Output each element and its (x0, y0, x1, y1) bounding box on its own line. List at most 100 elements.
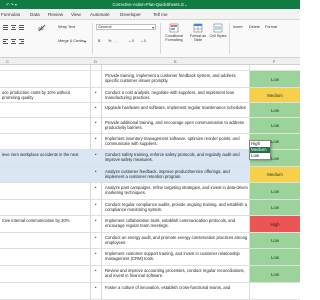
corrective-action-cell[interactable]: Review and improve accounting processes,… (105, 268, 250, 278)
align-text-icons[interactable] (3, 38, 25, 46)
spreadsheet-grid[interactable]: Provide training, implement a customer f… (0, 65, 300, 300)
column-header-c[interactable]: C (6, 59, 9, 64)
priority-cell[interactable]: Low (250, 183, 300, 199)
corrective-action-cell[interactable]: Conduct safety training, enforce safety … (105, 152, 250, 162)
format-cells-button[interactable]: Format (265, 25, 277, 29)
wrap-text-button[interactable]: Wrap Text (58, 25, 75, 29)
table-row[interactable]: • Foster a culture of innovation, establi… (0, 283, 300, 300)
orientation-icon[interactable]: ab (38, 24, 46, 32)
bullet-cell[interactable]: • (95, 105, 97, 110)
bullet-cell[interactable]: • (95, 136, 97, 141)
priority-cell[interactable]: Medium (250, 88, 300, 102)
priority-dropdown[interactable]: High Medium Low (249, 140, 271, 160)
table-row[interactable]: • Analyze customer feedback, improve prod… (0, 167, 300, 183)
bullet-cell[interactable]: • (95, 120, 97, 125)
priority-cell[interactable]: High (250, 216, 300, 232)
corrective-action-cell[interactable]: Provide additional training, and encoura… (105, 120, 250, 130)
bullet-cell[interactable]: • (95, 169, 97, 174)
bullet-cell[interactable]: • (95, 152, 97, 157)
tab-tell-me[interactable]: Tell me (153, 12, 168, 17)
corrective-action-cell[interactable]: Analyze customer feedback, improve produ… (105, 169, 250, 179)
bullet-cell[interactable]: • (95, 185, 97, 190)
cell-styles-label: Cell Styles (209, 34, 227, 38)
ribbon: ab Wrap Text Merge & Center ▾ General ▾ … (0, 20, 300, 58)
comma-style-button[interactable]: , (116, 39, 117, 43)
priority-cell[interactable]: Low (250, 266, 300, 282)
corrective-action-cell[interactable]: Provide training, implement a customer f… (105, 73, 250, 83)
column-header-bar: C D E F (0, 58, 300, 65)
tab-view[interactable]: View (71, 12, 81, 17)
tab-automate[interactable]: Automate (90, 12, 110, 17)
priority-cell[interactable]: Low (250, 103, 300, 117)
table-row[interactable]: • Provide additional training, and encour… (0, 118, 300, 134)
priority-cell[interactable]: Low (250, 249, 300, 265)
alignment-icons[interactable] (3, 24, 25, 32)
bullet-cell[interactable]: • (95, 202, 97, 207)
percent-format-button[interactable]: % (108, 39, 111, 43)
dropdown-option-low[interactable]: Low (250, 153, 270, 159)
goal-cell[interactable]: ieve zero workplace accidents in the nex… (2, 152, 88, 157)
priority-cell[interactable]: Low (250, 118, 300, 133)
window-title[interactable]: Corrective-Action-Plan-QuickSheets.G⌄ (0, 2, 300, 7)
conditional-formatting-label: Conditional Formatting (165, 34, 183, 42)
priority-cell[interactable]: Low (250, 233, 300, 248)
conditional-formatting-icon (169, 23, 179, 33)
column-header-e[interactable]: E (174, 59, 177, 64)
corrective-action-cell[interactable]: Implement customer support training, and… (105, 251, 250, 261)
table-row[interactable]: • Analyze past campaigns, refine targetin… (0, 183, 300, 200)
decrease-decimal-button[interactable]: ←0 (128, 39, 134, 43)
corrective-action-cell[interactable]: Conduct an energy audit, and promote ene… (105, 235, 250, 245)
bullet-cell[interactable]: • (95, 218, 97, 223)
format-as-table-button[interactable]: Format as Table (188, 23, 208, 42)
table-row[interactable]: • Review and improve accounting processes… (0, 266, 300, 283)
increase-decimal-button[interactable]: →0 (140, 39, 146, 43)
number-format-value: General (98, 25, 112, 29)
column-header-f[interactable]: F (273, 59, 275, 64)
priority-cell[interactable]: Low (250, 200, 300, 215)
chevron-down-icon[interactable]: ▾ (84, 39, 86, 44)
cell-styles-icon (213, 23, 223, 33)
bullet-cell[interactable]: • (95, 251, 97, 256)
goal-cell[interactable]: rove internal communication by 30% (2, 218, 88, 223)
bullet-cell[interactable]: • (95, 90, 97, 95)
table-icon (193, 23, 203, 33)
ribbon-tabs: Formulas Data Review View Automate Devel… (0, 9, 300, 20)
corrective-action-cell[interactable]: Foster a culture of innovation, establis… (105, 285, 250, 290)
table-row[interactable]: Provide training, implement a customer f… (0, 71, 300, 88)
table-row[interactable]: • Implement customer support training, an… (0, 249, 300, 266)
table-row[interactable]: • Conduct an energy audit, and promote en… (0, 233, 300, 249)
ribbon-divider (92, 23, 93, 54)
tab-data[interactable]: Data (30, 12, 40, 17)
corrective-action-cell[interactable]: Implement inventory management software,… (105, 136, 250, 146)
number-format-dropdown[interactable]: General ▾ (96, 24, 156, 30)
insert-cells-button[interactable]: Insert (233, 25, 243, 29)
bullet-cell[interactable]: • (95, 235, 97, 240)
merge-center-button[interactable]: Merge & Center (58, 39, 85, 43)
priority-cell[interactable]: Low (250, 71, 300, 87)
table-row[interactable]: uce production costs by 10% without prom… (0, 88, 300, 103)
priority-cell[interactable]: Medium (250, 167, 300, 182)
format-as-table-label: Format as Table (189, 34, 207, 42)
tab-developer[interactable]: Developer (120, 12, 141, 17)
conditional-formatting-button[interactable]: Conditional Formatting (161, 23, 187, 42)
ribbon-divider (229, 23, 230, 54)
svg-text:ab: ab (38, 26, 44, 32)
delete-cells-button[interactable]: Delete (249, 25, 260, 29)
tab-formulas[interactable]: Formulas (1, 12, 20, 17)
tab-review[interactable]: Review (48, 12, 63, 17)
corrective-action-cell[interactable]: Implement collaboration tools, establish… (105, 218, 250, 228)
bullet-cell[interactable]: • (95, 268, 97, 273)
corrective-action-cell[interactable]: Analyze past campaigns, refine targeting… (105, 185, 250, 195)
table-row[interactable]: • Upgrade hardware and software, implemen… (0, 103, 300, 118)
table-row[interactable]: rove internal communication by 30% • Imple… (0, 216, 300, 233)
corrective-action-cell[interactable]: Conduct a cost analysis, negotiate with … (105, 90, 250, 100)
bullet-cell[interactable]: • (95, 285, 97, 290)
corrective-action-cell[interactable]: Conduct regular compliance audits, provi… (105, 202, 250, 212)
table-row[interactable]: • Conduct regular compliance audits, prov… (0, 200, 300, 216)
chevron-down-icon: ▾ (152, 26, 154, 30)
cell-styles-button[interactable]: Cell Styles (209, 23, 227, 38)
currency-format-button[interactable]: $ (98, 39, 100, 43)
goal-cell[interactable]: uce production costs by 10% without prom… (2, 90, 88, 100)
corrective-action-cell[interactable]: Upgrade hardware and software, implement… (105, 105, 250, 110)
column-header-d[interactable]: D (94, 59, 97, 64)
